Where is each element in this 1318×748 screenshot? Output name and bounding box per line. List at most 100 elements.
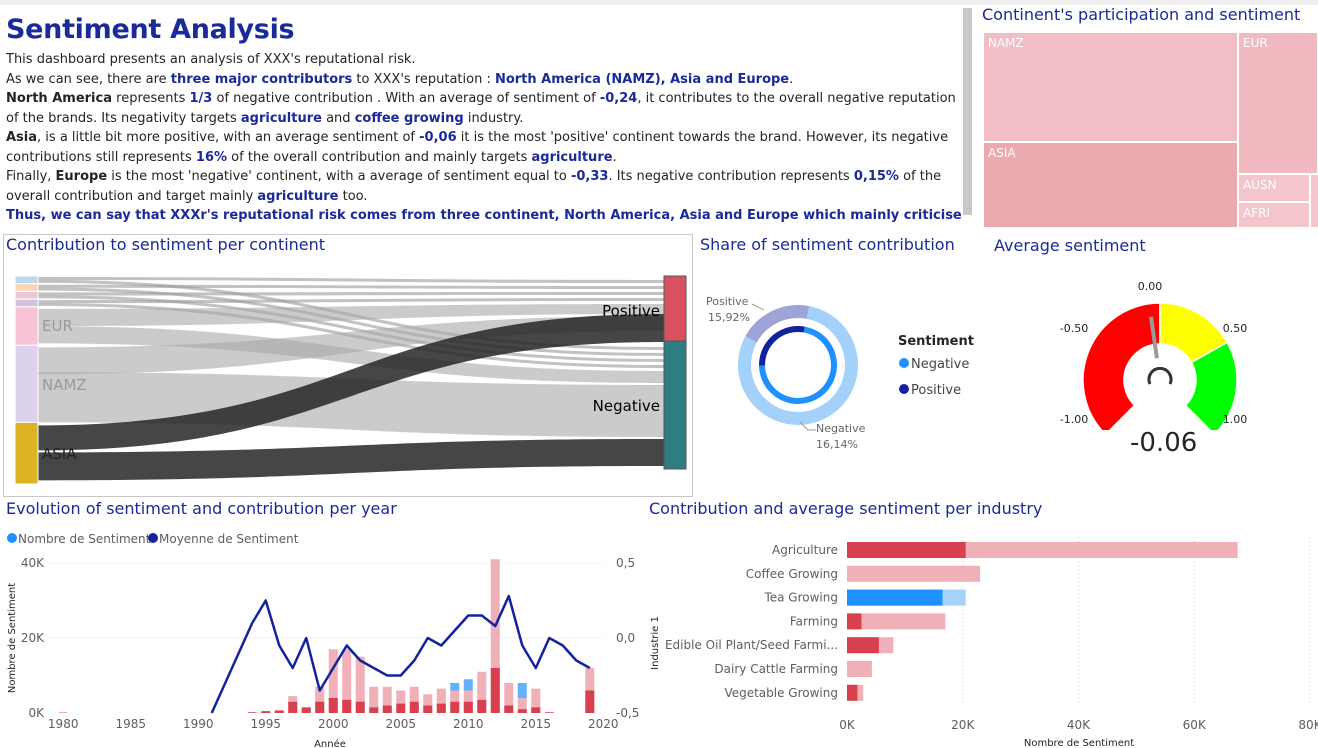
industry-bar-highlight-2[interactable] <box>847 589 943 606</box>
donut-label-negative-value: 16,14% <box>816 438 858 451</box>
industry-category-1[interactable]: Coffee Growing <box>746 567 838 581</box>
evolution-bar-neg-2004[interactable] <box>382 705 392 714</box>
evolution-bar-neg-2008[interactable] <box>436 703 446 713</box>
narrative-scrollbar-thumb[interactable] <box>963 8 972 215</box>
evolution-bar-neg-2015[interactable] <box>531 707 541 713</box>
industry-bar-highlight-4[interactable] <box>847 637 879 654</box>
evolution-bar-blue-2010[interactable] <box>463 679 473 691</box>
evolution-bar-neg-2013[interactable] <box>504 705 514 714</box>
evolution-bar-total-1980[interactable] <box>58 711 68 713</box>
industry-category-2[interactable]: Tea Growing <box>763 591 838 605</box>
evolution-xtick-1990: 1990 <box>183 717 214 731</box>
gauge-tick-p50: 0.50 <box>1223 322 1248 335</box>
sankey-source-node-3[interactable] <box>14 298 39 308</box>
evolution-xtick-2015: 2015 <box>521 717 552 731</box>
evolution-bar-neg-1994[interactable] <box>247 712 257 713</box>
donut-inner-positive[interactable] <box>759 326 805 366</box>
donut-legend-negative[interactable]: Negative <box>911 357 969 372</box>
industry-category-5[interactable]: Dairy Cattle Farming <box>714 662 838 676</box>
treemap-tile-asia[interactable]: ASIA <box>983 142 1238 228</box>
evolution-bar-neg-2010[interactable] <box>463 701 473 713</box>
evolution-bar-neg-2006[interactable] <box>409 701 419 713</box>
donut-legend-positive[interactable]: Positive <box>911 383 961 398</box>
evolution-xtick-2020: 2020 <box>588 717 619 731</box>
sankey-target-node-positive[interactable] <box>663 275 687 342</box>
donut-title: Share of sentiment contribution <box>700 235 955 254</box>
evolution-y-axis-label: Nombre de Sentiment <box>7 583 18 693</box>
industry-xtick-40K: 40K <box>1067 718 1091 732</box>
treemap-tile-ausn[interactable]: AUSN <box>1238 174 1310 202</box>
industry-bar-total-3[interactable] <box>847 613 946 630</box>
sankey-source-node-4[interactable] <box>14 306 39 346</box>
industry-xtick-20K: 20K <box>951 718 975 732</box>
industry-xtick-0K: 0K <box>839 718 856 732</box>
evolution-bar-neg-2000[interactable] <box>328 698 338 713</box>
gauge-tick-min: -1.00 <box>1060 413 1088 426</box>
evolution-bar-neg-1999[interactable] <box>315 701 325 713</box>
treemap-tile-eur[interactable]: EUR <box>1238 32 1318 174</box>
sankey-link-small-0-pos[interactable] <box>38 277 664 283</box>
evolution-bar-neg-1997[interactable] <box>288 701 298 713</box>
evolution-bar-neg-2009[interactable] <box>450 701 460 713</box>
sankey-link-small-1-pos[interactable] <box>38 284 664 289</box>
sankey-label-asia: ASIA <box>42 445 77 463</box>
evolution-bar-neg-1995[interactable] <box>261 711 271 713</box>
industry-y-axis-label: Industrie 1 <box>650 616 661 670</box>
industry-bar-total-5[interactable] <box>847 661 872 677</box>
evolution-bar-neg-2019[interactable] <box>585 690 595 714</box>
donut-legend-title: Sentiment <box>898 334 974 349</box>
sankey-source-node-5[interactable] <box>14 344 39 423</box>
evolution-legend-count[interactable]: Nombre de Sentiment <box>18 532 151 546</box>
donut-legend-negative-marker <box>899 358 909 368</box>
evolution-legend-mean[interactable]: Moyenne de Sentiment <box>159 532 299 546</box>
evolution-legend-mean-marker <box>148 533 158 543</box>
sankey-source-node-0[interactable] <box>14 275 39 285</box>
evolution-title: Evolution of sentiment and contribution … <box>6 499 397 518</box>
treemap-tile-afri[interactable]: AFRI <box>1238 202 1310 228</box>
sankey-target-node-negative[interactable] <box>663 340 687 470</box>
gauge-chart[interactable]: 0.00 -0.50 0.50 -1.00 1.00 <box>1040 270 1300 430</box>
industry-title: Contribution and average sentiment per i… <box>649 499 1043 518</box>
sankey-source-node-2[interactable] <box>14 290 39 300</box>
evolution-x-axis-label: Année <box>314 738 346 748</box>
industry-category-4[interactable]: Edible Oil Plant/Seed Farmi... <box>665 638 838 652</box>
evolution-bar-neg-2003[interactable] <box>369 707 379 713</box>
evolution-bar-neg-2016[interactable] <box>544 712 554 713</box>
evolution-bar-blue-2009[interactable] <box>450 683 460 691</box>
evolution-xtick-1995: 1995 <box>250 717 281 731</box>
sankey-label-negative: Negative <box>593 397 660 415</box>
evolution-bar-neg-2002[interactable] <box>355 701 365 713</box>
sankey-source-node-6[interactable] <box>14 421 39 485</box>
sankey-link-small-2-pos[interactable] <box>38 292 664 296</box>
evolution-ytick-0k: 0K <box>28 706 45 720</box>
donut-chart[interactable]: Positive 15,92% Negative 16,14% Sentimen… <box>700 260 990 460</box>
evolution-xtick-1985: 1985 <box>115 717 146 731</box>
evolution-bar-neg-2014[interactable] <box>517 709 527 713</box>
evolution-bar-neg-2005[interactable] <box>396 703 406 713</box>
sankey-source-node-1[interactable] <box>14 283 39 292</box>
evolution-bar-neg-2007[interactable] <box>423 705 433 714</box>
sankey-label-namz: NAMZ <box>42 376 87 394</box>
sankey-chart[interactable]: EUR NAMZ ASIA Positive Negative <box>0 0 700 500</box>
industry-bar-highlight-3[interactable] <box>847 613 862 630</box>
gauge-band-0 <box>1082 302 1161 430</box>
gauge-hub <box>1147 366 1173 385</box>
industry-bar-highlight-6[interactable] <box>847 684 858 701</box>
evolution-chart[interactable]: Nombre de Sentiment Moyenne de Sentiment… <box>0 525 660 748</box>
industry-chart[interactable]: Industrie 1 Nombre de Sentiment 0K 20K 40K… <box>650 525 1318 748</box>
treemap-tile-other[interactable] <box>1310 174 1318 228</box>
evolution-bar-blue-2014[interactable] <box>517 683 527 698</box>
industry-category-6[interactable]: Vegetable Growing <box>724 686 838 700</box>
industry-bar-total-1[interactable] <box>847 565 981 582</box>
evolution-bar-neg-1998[interactable] <box>301 707 311 713</box>
industry-bar-highlight-0[interactable] <box>847 542 966 558</box>
industry-category-3[interactable]: Farming <box>790 614 838 628</box>
evolution-bar-neg-1996[interactable] <box>274 710 284 713</box>
industry-category-0[interactable]: Agriculture <box>772 543 838 557</box>
treemap-label-asia: ASIA <box>988 146 1016 160</box>
evolution-bar-neg-2012[interactable] <box>490 668 500 713</box>
evolution-bar-neg-2001[interactable] <box>342 699 352 713</box>
sankey-label-eur: EUR <box>42 317 73 335</box>
evolution-bar-neg-2011[interactable] <box>477 699 487 713</box>
treemap-tile-namz[interactable]: NAMZ <box>983 32 1238 142</box>
